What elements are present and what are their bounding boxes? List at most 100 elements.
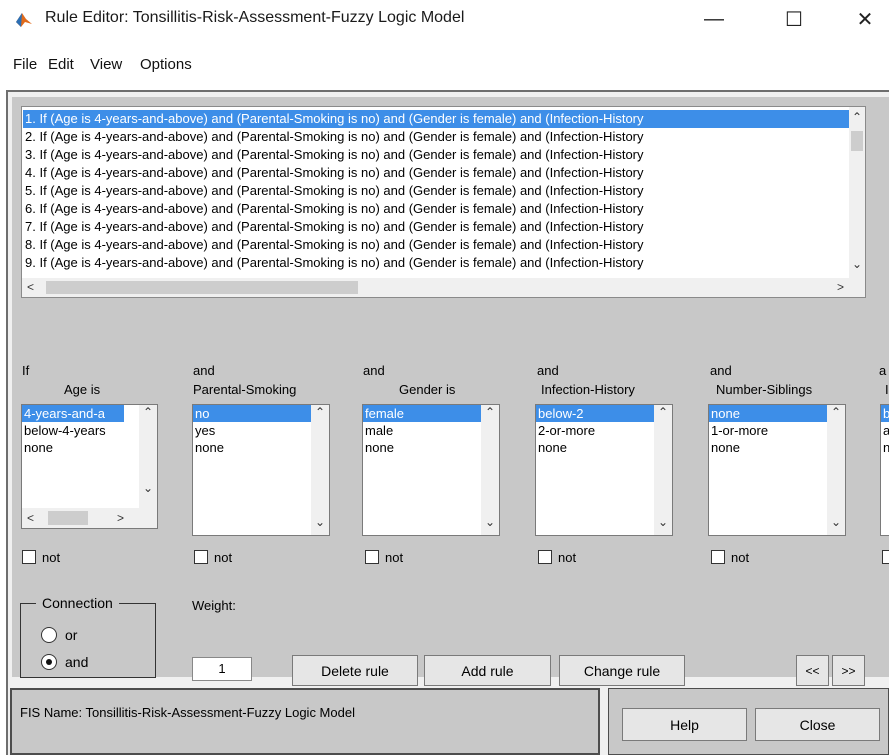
horizontal-scroll-thumb[interactable] [48,511,88,525]
close-window-button[interactable]: ✕ [845,4,885,34]
infection-history-listbox[interactable]: below-2 2-or-more none ⌃ ⌄ [535,404,673,536]
list-item[interactable]: female [363,405,481,422]
connector-and: and [363,363,385,378]
next-button[interactable]: >> [832,655,865,686]
list-item[interactable]: none [363,439,481,456]
scroll-up-icon[interactable]: ⌃ [143,405,153,419]
change-rule-button[interactable]: Change rule [559,655,685,686]
maximize-button[interactable]: ☐ [774,4,814,34]
and-label: and [65,654,89,670]
scroll-up-icon[interactable]: ⌃ [315,405,325,419]
scroll-up-icon[interactable]: ⌃ [658,405,668,419]
menu-view[interactable]: View [90,56,122,73]
age-listbox[interactable]: 4-years-and-a below-4-years none ⌃ ⌄ < > [21,404,158,529]
parental-smoking-vertical-scrollbar[interactable]: ⌃ ⌄ [311,405,329,535]
gender-listbox[interactable]: female male none ⌃ ⌄ [362,404,500,536]
help-button[interactable]: Help [622,708,747,741]
and-radio[interactable] [41,654,57,670]
scroll-up-icon[interactable]: ⌃ [485,405,495,419]
vertical-scroll-thumb[interactable] [851,131,863,151]
age-horizontal-scrollbar[interactable]: < > [22,508,141,528]
number-siblings-listbox[interactable]: none 1-or-more none ⌃ ⌄ [708,404,846,536]
rules-list[interactable]: 1. If (Age is 4-years-and-above) and (Pa… [21,106,866,298]
number-siblings-not-checkbox[interactable] [711,550,725,564]
list-item[interactable]: none [193,439,311,456]
rule-row[interactable]: 2. If (Age is 4-years-and-above) and (Pa… [23,128,853,146]
or-radio[interactable] [41,627,57,643]
infection-history-vertical-scrollbar[interactable]: ⌃ ⌄ [654,405,672,535]
infection-history-not-checkbox[interactable] [538,550,552,564]
list-item[interactable]: yes [193,422,311,439]
not-label: not [385,550,404,565]
scroll-left-icon[interactable]: < [27,511,34,525]
scroll-down-icon[interactable]: ⌄ [315,515,325,529]
connector-and: a [879,363,887,378]
age-not-checkbox[interactable] [22,550,36,564]
weight-input[interactable]: 1 [192,657,252,681]
number-siblings-vertical-scrollbar[interactable]: ⌃ ⌄ [827,405,845,535]
rule-row[interactable]: 5. If (Age is 4-years-and-above) and (Pa… [23,182,853,200]
rule-row[interactable]: 3. If (Age is 4-years-and-above) and (Pa… [23,146,853,164]
rule-row[interactable]: 4. If (Age is 4-years-and-above) and (Pa… [23,164,853,182]
not-label: not [731,550,750,565]
list-item[interactable]: 2-or-more [536,422,654,439]
scroll-right-icon[interactable]: > [117,511,124,525]
rule-row[interactable]: 8. If (Age is 4-years-and-above) and (Pa… [23,236,853,254]
number-siblings-label: Number-Siblings [716,382,813,397]
list-item[interactable]: n [881,439,889,456]
list-item[interactable]: 4-years-and-a [22,405,124,422]
list-item[interactable]: 1-or-more [709,422,827,439]
scroll-down-icon[interactable]: ⌄ [485,515,495,529]
scroll-down-icon[interactable]: ⌄ [143,481,153,495]
connection-title: Connection [36,595,119,611]
list-item[interactable]: below-2 [536,405,654,422]
cutoff-not-checkbox[interactable] [882,550,889,564]
minimize-button[interactable]: — [694,4,734,34]
gender-not-checkbox[interactable] [365,550,379,564]
list-item[interactable]: none [22,439,124,456]
list-item[interactable]: none [536,439,654,456]
horizontal-scroll-thumb[interactable] [46,281,358,294]
rules-vertical-scrollbar[interactable]: ⌃ ⌄ [849,107,865,279]
parental-smoking-not-checkbox[interactable] [194,550,208,564]
rules-horizontal-scrollbar[interactable]: < > [22,278,865,297]
scroll-down-icon[interactable]: ⌄ [852,257,862,271]
connector-and: and [193,363,215,378]
menu-options[interactable]: Options [140,56,192,73]
rule-row[interactable]: 7. If (Age is 4-years-and-above) and (Pa… [23,218,853,236]
rule-row[interactable]: 9. If (Age is 4-years-and-above) and (Pa… [23,254,853,272]
age-vertical-scrollbar[interactable]: ⌃ ⌄ [139,405,157,528]
delete-rule-button[interactable]: Delete rule [292,655,418,686]
list-item[interactable]: none [709,439,827,456]
connector-and: and [537,363,559,378]
gender-vertical-scrollbar[interactable]: ⌃ ⌄ [481,405,499,535]
previous-button[interactable]: << [796,655,829,686]
list-item[interactable]: below-4-years [22,422,124,439]
list-item[interactable]: male [363,422,481,439]
menu-bar: File Edit View Options [0,48,889,78]
rule-row[interactable]: 6. If (Age is 4-years-and-above) and (Pa… [23,200,853,218]
add-rule-button[interactable]: Add rule [424,655,551,686]
list-item[interactable]: a [881,422,889,439]
cutoff-listbox[interactable]: b a n [880,404,889,536]
or-label: or [65,627,78,643]
scroll-up-icon[interactable]: ⌃ [831,405,841,419]
close-button[interactable]: Close [755,708,880,741]
window-title: Rule Editor: Tonsillitis-Risk-Assessment… [45,9,465,26]
parental-smoking-listbox[interactable]: no yes none ⌃ ⌄ [192,404,330,536]
rule-row[interactable]: 1. If (Age is 4-years-and-above) and (Pa… [23,110,853,128]
list-item[interactable]: none [709,405,827,422]
list-item[interactable]: no [193,405,311,422]
menu-file[interactable]: File [13,56,37,73]
scroll-down-icon[interactable]: ⌄ [831,515,841,529]
scroll-left-icon[interactable]: < [27,280,34,294]
not-label: not [42,550,61,565]
scroll-up-icon[interactable]: ⌃ [852,110,862,124]
menu-edit[interactable]: Edit [48,56,74,73]
connector-and: and [710,363,732,378]
list-item[interactable]: b [881,405,889,422]
scroll-down-icon[interactable]: ⌄ [658,515,668,529]
gender-label: Gender is [399,382,456,397]
scroll-right-icon[interactable]: > [837,280,844,294]
cutoff-column-label: I [885,382,889,397]
